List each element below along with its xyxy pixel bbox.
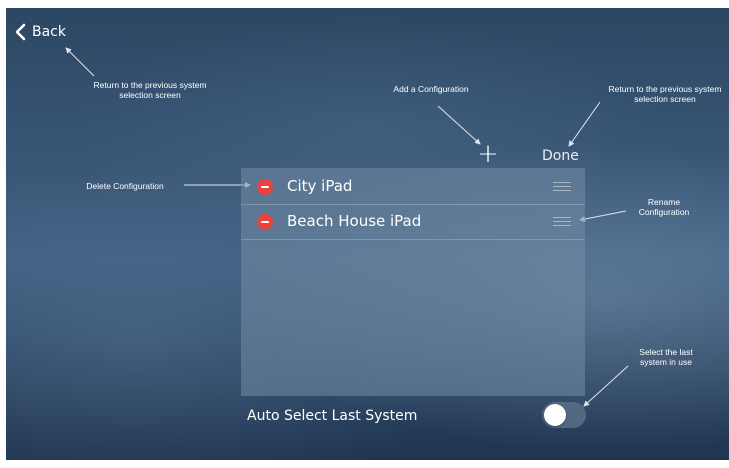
back-button[interactable]: Back bbox=[14, 14, 104, 50]
annotation-add: Add a Configuration bbox=[393, 84, 469, 94]
done-button[interactable]: Done bbox=[542, 148, 592, 168]
configuration-name: City iPad bbox=[287, 177, 353, 195]
annotation-back: Return to the previous system selection … bbox=[93, 80, 207, 100]
arrow-done bbox=[568, 101, 601, 147]
annotation-auto-select: Select the last system in use bbox=[639, 347, 693, 367]
annotation-delete: Delete Configuration bbox=[86, 181, 164, 191]
annotation-rename: Rename Configuration bbox=[638, 197, 690, 217]
annotation-done: Return to the previous system selection … bbox=[608, 84, 722, 104]
delete-configuration-button[interactable] bbox=[257, 214, 273, 230]
back-label: Back bbox=[32, 24, 66, 40]
auto-select-label: Auto Select Last System bbox=[247, 408, 418, 424]
delete-configuration-button[interactable] bbox=[257, 179, 273, 195]
arrow-auto-select bbox=[583, 365, 629, 407]
auto-select-toggle[interactable] bbox=[542, 402, 586, 428]
configuration-row[interactable]: Beach House iPad bbox=[241, 205, 585, 240]
drag-handle-icon[interactable] bbox=[553, 217, 571, 227]
app-screen: Back Return to the previous system selec… bbox=[6, 8, 729, 460]
drag-handle-icon[interactable] bbox=[553, 182, 571, 192]
plus-icon: + bbox=[477, 139, 499, 169]
configuration-name: Beach House iPad bbox=[287, 212, 422, 230]
configuration-row[interactable]: City iPad bbox=[241, 170, 585, 205]
arrow-add bbox=[437, 105, 481, 145]
configuration-list: City iPad Beach House iPad bbox=[241, 168, 585, 396]
arrow-back bbox=[65, 47, 95, 77]
chevron-left-icon bbox=[15, 23, 26, 41]
arrow-rename bbox=[579, 210, 627, 222]
add-configuration-button[interactable]: + bbox=[476, 139, 500, 169]
toggle-knob bbox=[544, 404, 566, 426]
